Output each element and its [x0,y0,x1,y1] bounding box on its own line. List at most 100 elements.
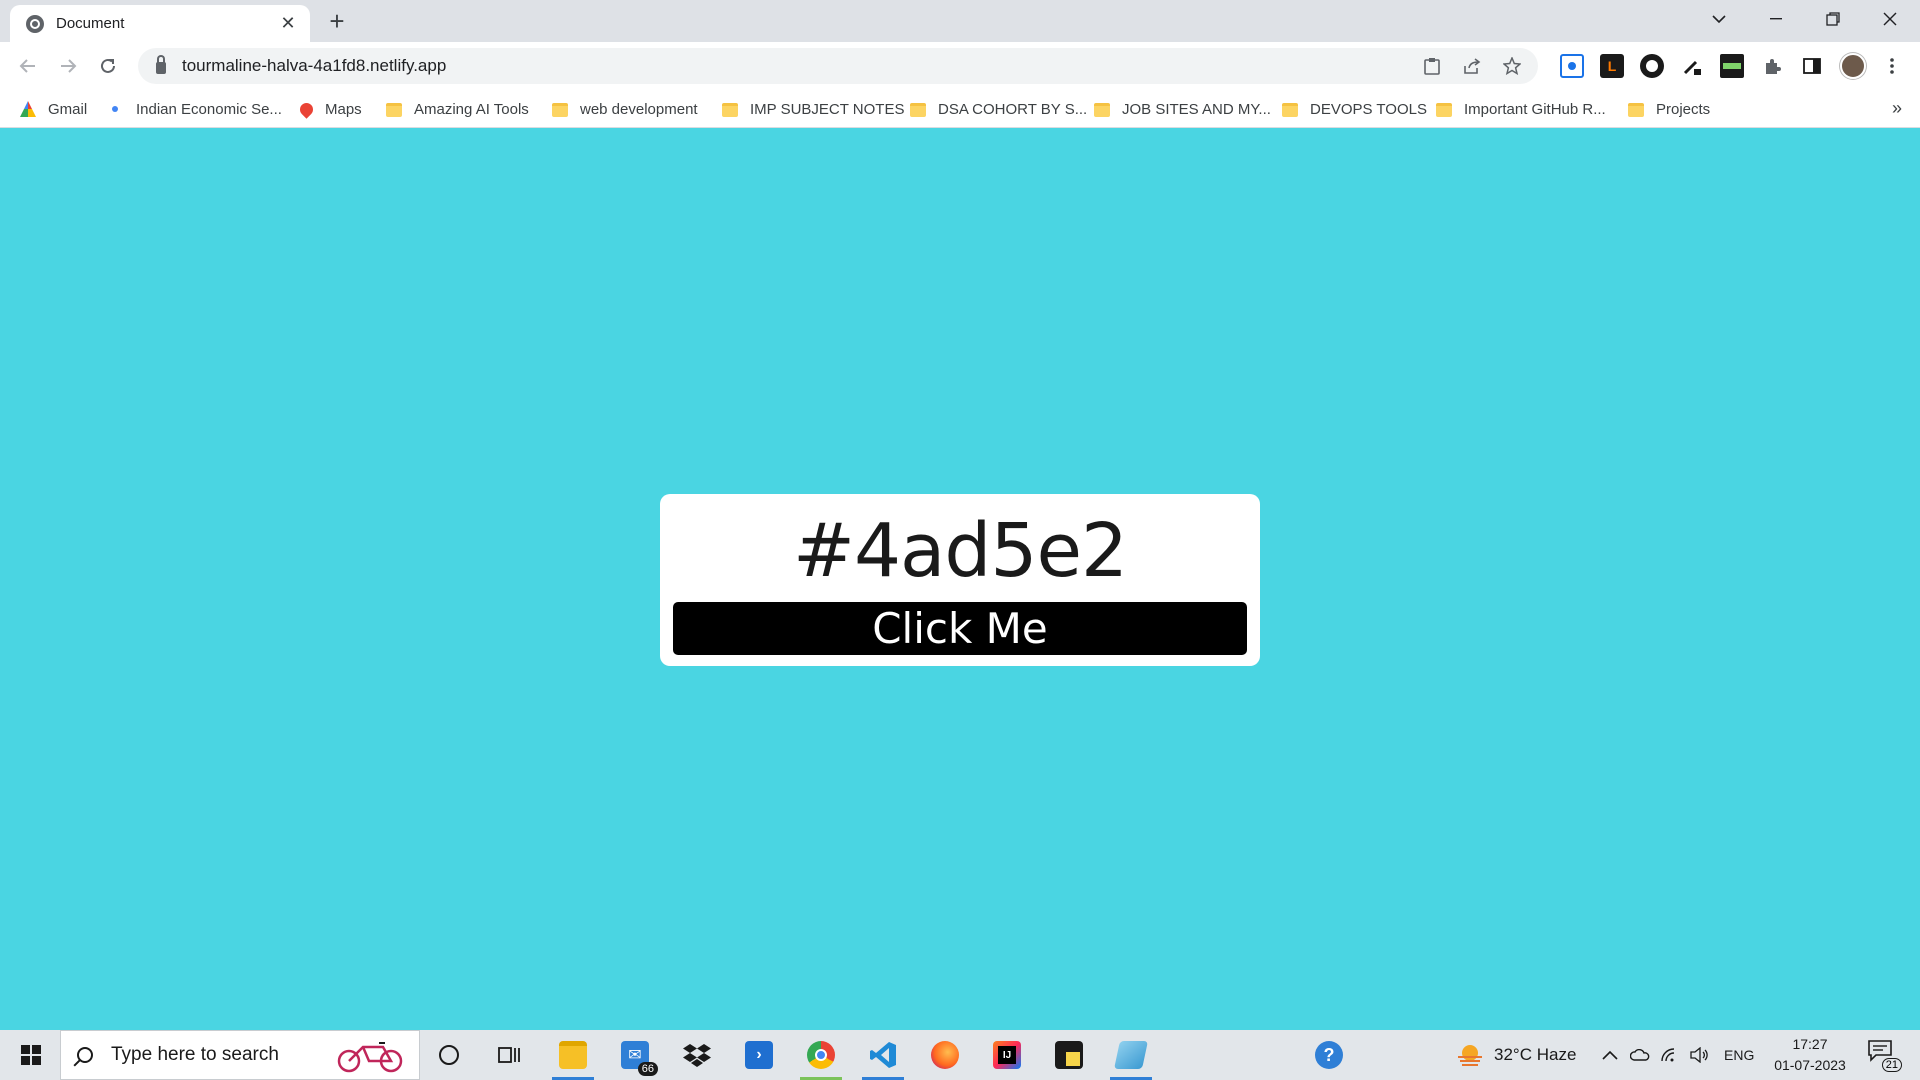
bookmark-indian-economic[interactable]: Indian Economic Se... [108,90,282,128]
cloud-icon [1630,1049,1650,1061]
powershell-app[interactable]: › [734,1030,784,1080]
speaker-icon [1690,1047,1708,1063]
extensions-puzzle-icon[interactable] [1760,54,1784,78]
lighthouse-extension-icon[interactable]: L [1600,54,1624,78]
minimize-button[interactable] [1747,0,1804,38]
vscode-app[interactable] [858,1030,908,1080]
bicycle-icon [337,1042,403,1073]
browser-toolbar: tourmaline-halva-4a1fd8.netlify.app L [0,42,1920,90]
vscode-icon [870,1042,896,1068]
chrome-app[interactable] [796,1030,846,1080]
snipping-tool-app[interactable] [1106,1030,1156,1080]
tab-document[interactable]: Document ✕ [10,5,310,42]
folder-icon [1282,103,1298,117]
volume-tray[interactable] [1690,1030,1710,1080]
chrome-icon [807,1041,835,1069]
bookmark-label: Indian Economic Se... [136,100,282,118]
new-tab-button[interactable]: + [322,7,352,37]
globe-icon [26,14,44,33]
restore-button[interactable] [1804,0,1861,38]
bookmark-label: IMP SUBJECT NOTES [750,100,905,118]
sticky-notes-icon [1055,1041,1083,1069]
dropbox-icon [683,1044,711,1067]
cortana-icon [439,1045,459,1065]
bookmark-star-icon[interactable] [1500,54,1524,78]
bookmark-job-sites[interactable]: JOB SITES AND MY... [1094,90,1271,128]
clock[interactable]: 17:27 01-07-2023 [1760,1034,1860,1076]
language-indicator[interactable]: ENG [1724,1030,1754,1080]
tab-title: Document [56,15,125,32]
search-placeholder: Type here to search [111,1044,279,1065]
cortana-button[interactable] [424,1030,474,1080]
bookmark-web-development[interactable]: web development [552,90,698,128]
folder-icon [1094,103,1110,117]
weather-widget[interactable]: 32°C Haze [1456,1030,1576,1080]
bookmark-important-github[interactable]: Important GitHub R... [1436,90,1606,128]
taskbar-search[interactable]: Type here to search [60,1030,420,1080]
eyedropper-extension-icon[interactable] [1680,54,1704,78]
folder-icon [722,103,738,117]
bookmark-projects[interactable]: Projects [1628,90,1710,128]
share-icon[interactable] [1460,54,1484,78]
sticky-notes-app[interactable] [1044,1030,1094,1080]
notification-center-button[interactable]: 21 [1868,1040,1902,1072]
bookmark-label: Amazing AI Tools [414,100,529,118]
bookmark-dsa-cohort[interactable]: DSA COHORT BY S... [910,90,1087,128]
windows-logo-icon [21,1045,41,1065]
close-tab-icon[interactable]: ✕ [278,13,298,34]
intellij-app[interactable]: IJ [982,1030,1032,1080]
clipboard-icon[interactable] [1420,54,1444,78]
show-hidden-icons[interactable] [1602,1030,1618,1080]
click-me-button[interactable]: Click Me [673,602,1247,655]
bookmark-imp-subject-notes[interactable]: IMP SUBJECT NOTES [722,90,904,128]
folder-icon [1628,103,1644,117]
bookmark-label: Important GitHub R... [1464,100,1606,118]
address-bar[interactable]: tourmaline-halva-4a1fd8.netlify.app [138,48,1538,84]
firefox-app[interactable] [920,1030,970,1080]
lock-icon[interactable] [156,55,166,74]
bookmark-devops-tools[interactable]: DEVOPS TOOLS [1282,90,1427,128]
bookmark-maps[interactable]: Maps [297,90,362,128]
url-text[interactable]: tourmaline-halva-4a1fd8.netlify.app [182,56,446,76]
mail-app[interactable]: ✉ 66 [610,1030,660,1080]
folder-icon [1436,103,1452,117]
gmail-icon [20,101,36,117]
github-extension-icon[interactable] [1640,54,1664,78]
network-tray[interactable] [1660,1030,1680,1080]
back-button[interactable] [12,50,44,82]
bookmark-label: Projects [1656,100,1711,118]
menu-dots-icon[interactable] [1880,54,1904,78]
dropbox-app[interactable] [672,1030,722,1080]
task-view-button[interactable] [484,1030,534,1080]
snipping-tool-icon [1114,1041,1148,1069]
bookmark-label: Maps [325,100,362,118]
bookmark-gmail[interactable]: Gmail [20,90,87,128]
maps-icon [297,99,316,119]
folder-icon [552,103,568,117]
file-explorer-app[interactable] [548,1030,598,1080]
screen-capture-extension-icon[interactable] [1560,54,1584,78]
wifi-icon [1661,1048,1675,1062]
start-button[interactable] [10,1030,52,1080]
profile-avatar[interactable] [1840,53,1866,79]
forward-button[interactable] [52,50,84,82]
onedrive-tray[interactable] [1630,1030,1650,1080]
bookmark-label: Gmail [48,100,88,118]
bookmark-label: DSA COHORT BY S... [938,100,1088,118]
bookmark-amazing-ai-tools[interactable]: Amazing AI Tools [386,90,529,128]
reload-button[interactable] [92,50,124,82]
bookmarks-bar: Gmail Indian Economic Se... Maps Amazing… [0,90,1920,128]
more-bookmarks-icon[interactable]: » [1892,98,1902,119]
help-app[interactable]: ? [1304,1030,1354,1080]
side-panel-icon[interactable] [1800,54,1824,78]
clock-time: 17:27 [1792,1036,1828,1052]
tab-strip: Document ✕ + [0,0,1920,42]
display-extension-icon[interactable] [1720,54,1744,78]
clock-date: 01-07-2023 [1774,1057,1846,1073]
tab-search-icon[interactable] [1690,0,1747,38]
close-window-button[interactable] [1861,0,1918,38]
color-card: #4ad5e2 Click Me [660,494,1260,666]
task-view-icon [498,1047,520,1063]
bookmark-label: DEVOPS TOOLS [1310,100,1427,118]
mail-badge: 66 [637,1062,658,1076]
